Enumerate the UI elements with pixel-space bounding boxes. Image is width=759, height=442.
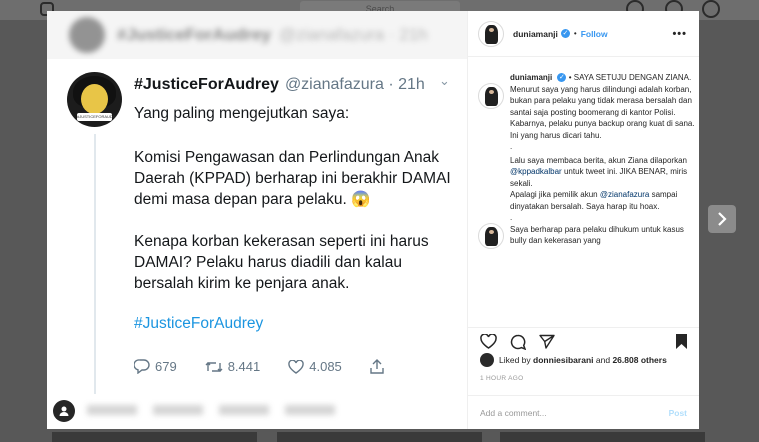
- liked-by-and: and: [595, 355, 611, 365]
- post-comment-button[interactable]: Post: [669, 408, 687, 418]
- tweet-hashtag: #JusticeForAudrey: [134, 315, 264, 332]
- caption-text: .: [510, 213, 513, 222]
- background-grid-tile: [277, 432, 482, 442]
- caption-avatar[interactable]: [478, 83, 504, 109]
- separator: •: [573, 29, 577, 38]
- blurred-avatar: [69, 17, 105, 53]
- like-heart-icon[interactable]: [480, 334, 497, 349]
- timestamp[interactable]: 1 HOUR AGO: [480, 375, 523, 382]
- caption-text: Apalagi jika pemilik akun: [510, 190, 598, 199]
- retweet-count: 8.441: [227, 359, 261, 374]
- comment-icon[interactable]: [510, 334, 526, 350]
- liked-by-label: Liked by: [499, 355, 531, 365]
- tweet-body: Yang paling mengejutkan saya: Komisi Pen…: [134, 103, 459, 355]
- caption-text: Saya berharap para pelaku dihukum untuk …: [510, 224, 684, 246]
- caption: duniamanji ✓ • SAYA SETUJU DENGAN ZIANA.…: [510, 72, 696, 247]
- profile-icon: [702, 0, 720, 18]
- retweet-action: 8.441: [205, 359, 261, 374]
- username-link[interactable]: duniamanji: [513, 29, 558, 39]
- verified-icon: ✓: [557, 73, 567, 83]
- chevron-right-icon: [718, 212, 727, 226]
- avatar-tag: #JUSTICEFORAUDREY: [77, 113, 122, 121]
- reply-action: 679: [134, 359, 177, 374]
- blurred-name: #JusticeForAudrey: [117, 25, 271, 44]
- comments-section[interactable]: duniamanji ✓ • SAYA SETUJU DENGAN ZIANA.…: [468, 58, 699, 328]
- share-icon: [370, 359, 384, 374]
- comment-input[interactable]: [480, 407, 669, 418]
- tweet-actions: 679 8.441 4.085: [134, 359, 424, 374]
- blurred-handle: @zianafazura · 21h: [279, 25, 428, 44]
- tweet-line: Yang paling mengejutkan saya:: [134, 105, 350, 122]
- next-post-button[interactable]: [708, 205, 736, 233]
- tweet-header: #JusticeForAudrey @zianafazura · 21h: [134, 76, 425, 94]
- blurred-footer: [47, 391, 467, 429]
- share-icon[interactable]: [539, 334, 555, 349]
- background-grid-tile: [500, 432, 705, 442]
- bookmark-icon[interactable]: [675, 333, 688, 355]
- caption-text: Lalu saya membaca berita, akun Ziana dil…: [510, 155, 687, 165]
- tagged-user-icon[interactable]: [53, 400, 75, 422]
- share-action: [370, 359, 389, 374]
- like-action: 4.085: [288, 359, 342, 374]
- thread-line: [94, 134, 96, 394]
- tweet-name: #JusticeForAudrey: [134, 76, 279, 93]
- reply-count: 679: [155, 359, 177, 374]
- caption-text: Kabarnya, pelaku punya backup orang kuat…: [510, 119, 695, 140]
- post-sidebar: duniamanji ✓ • Follow ••• duniamanji ✓ •…: [467, 11, 699, 429]
- blurred-tweet-header: #JusticeForAudrey @zianafazura · 21h: [47, 11, 467, 59]
- post-image[interactable]: #JusticeForAudrey @zianafazura · 21h #JU…: [47, 11, 467, 429]
- background-grid-tile: [52, 432, 257, 442]
- post-header: duniamanji ✓ • Follow •••: [468, 11, 699, 57]
- tweet-avatar: #JUSTICEFORAUDREY: [67, 72, 122, 127]
- like-count: 4.085: [309, 359, 342, 374]
- mention-link[interactable]: @kppadkalbar: [510, 167, 562, 176]
- retweet-icon: [205, 361, 223, 372]
- caption-avatar[interactable]: [478, 223, 504, 249]
- tweet-paragraph: Kenapa korban kekerasan seperti ini haru…: [134, 233, 429, 292]
- verified-icon: ✓: [560, 29, 570, 38]
- more-options-icon[interactable]: •••: [672, 28, 687, 40]
- mention-link[interactable]: @zianafazura: [600, 190, 649, 199]
- follow-button[interactable]: Follow: [581, 29, 608, 39]
- tweet-paragraph: Komisi Pengawasan dan Perlindungan Anak …: [134, 149, 451, 208]
- tweet-handle: @zianafazura · 21h: [284, 76, 425, 93]
- heart-icon: [288, 359, 304, 374]
- caption-text: .: [510, 142, 513, 151]
- avatar[interactable]: [480, 353, 494, 367]
- avatar[interactable]: [478, 20, 504, 47]
- add-comment-bar: Post: [468, 395, 699, 429]
- likes-summary: Liked by donniesibarani and 26.808 other…: [480, 353, 667, 367]
- chevron-down-icon: ⌄: [439, 73, 450, 88]
- tweet-card: #JUSTICEFORAUDREY #JusticeForAudrey @zia…: [47, 59, 467, 429]
- caption-username[interactable]: duniamanji: [510, 73, 552, 82]
- liked-by-user[interactable]: donniesibarani: [533, 355, 593, 365]
- post-actions: [468, 327, 699, 355]
- liked-by-count[interactable]: 26.808 others: [612, 355, 666, 365]
- post-modal: #JusticeForAudrey @zianafazura · 21h #JU…: [47, 11, 699, 429]
- reply-icon: [134, 359, 150, 374]
